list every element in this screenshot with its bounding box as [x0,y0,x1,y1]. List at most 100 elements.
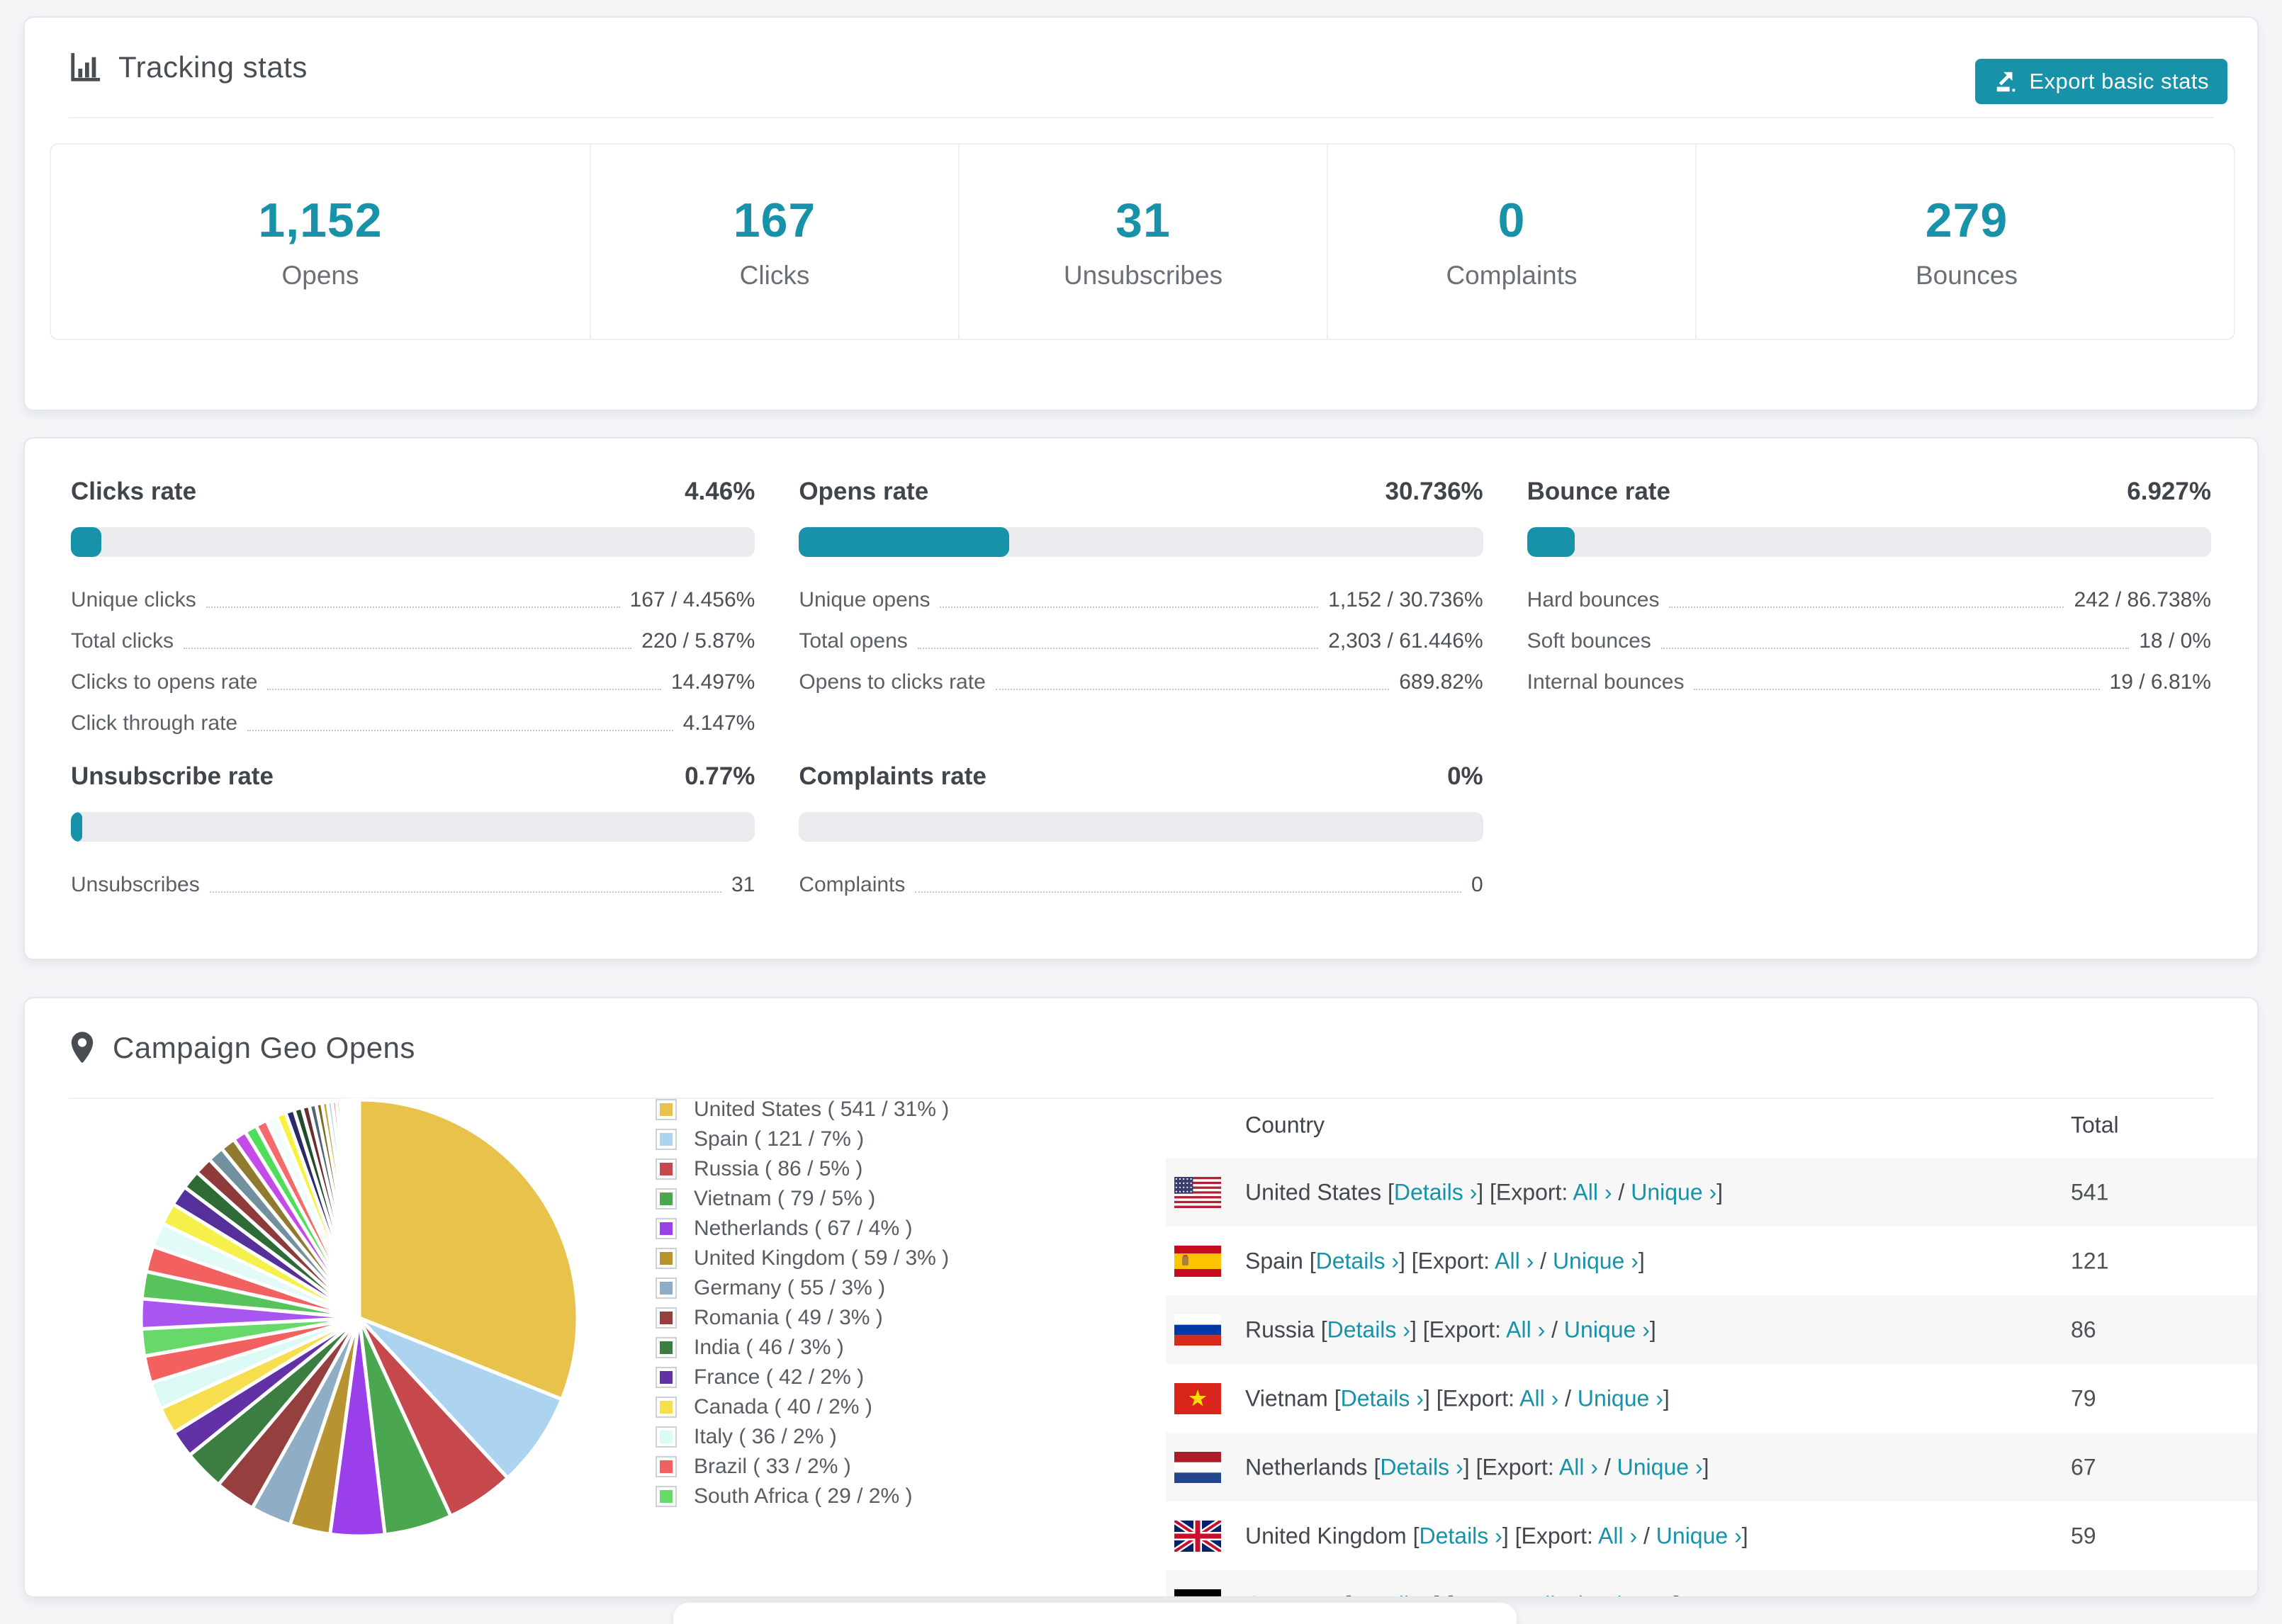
rate-detail-row: Soft bounces 18 / 0% [1527,621,2211,662]
table-row-russia: Russia [Details ›] [Export: All › / Uniq… [1166,1295,2257,1364]
rates-card: Clicks rate 4.46% Unique clicks 167 / 4.… [23,437,2259,960]
country-cell: United States [Details ›] [Export: All ›… [1245,1179,1723,1205]
stat-label: Bounces [1916,261,2018,290]
geo-table-header: Country Total [1166,1093,2257,1158]
export-all-link[interactable]: All › [1530,1591,1569,1596]
export-unique-link[interactable]: Unique › [1617,1454,1703,1479]
legend-label: India ( 46 / 3% ) [694,1336,844,1359]
export-unique-link[interactable]: Unique › [1588,1591,1674,1596]
rate-detail-row: Unsubscribes 31 [71,864,755,906]
export-all-link[interactable]: All › [1598,1523,1637,1548]
total-cell: 79 [2071,1385,2096,1411]
legend-label: Italy ( 36 / 2% ) [694,1425,837,1448]
country-name: Germany [ [1245,1591,1351,1596]
export-all-link[interactable]: All › [1559,1454,1598,1479]
export-unique-link[interactable]: Unique › [1578,1385,1663,1411]
legend-swatch [656,1486,677,1507]
legend-label: Netherlands ( 67 / 4% ) [694,1217,913,1240]
rate-detail-row: Total clicks 220 / 5.87% [71,621,755,662]
rate-block-unsubscribe-rate: Unsubscribe rate 0.77% Unsubscribes 31 [71,762,755,906]
legend-swatch [656,1307,677,1329]
rate-title: Opens rate [799,478,929,505]
export-basic-stats-button[interactable]: Export basic stats [1975,59,2227,104]
stat-label: Unsubscribes [1063,261,1223,290]
rate-detail-row: Opens to clicks rate 689.82% [799,662,1483,703]
rate-percentage: 6.927% [2127,478,2211,505]
legend-swatch [656,1129,677,1150]
export-all-link[interactable]: All › [1573,1179,1612,1205]
details-link[interactable]: Details › [1380,1454,1463,1479]
details-link[interactable]: Details › [1327,1316,1410,1342]
geo-opens-pie-chart[interactable] [133,1091,586,1545]
closing-bracket: ] [1702,1454,1709,1479]
geo-table: Country Total United States [Details ›] … [1166,1093,2257,1596]
details-link[interactable]: Details › [1394,1179,1477,1205]
legend-item-south-africa: South Africa ( 29 / 2% ) [656,1482,949,1511]
bar-chart-icon [69,51,101,84]
detail-value: 689.82% [1399,670,1483,694]
progress-bar-fill [799,527,1010,557]
export-all-link[interactable]: All › [1495,1248,1534,1273]
total-cell: 67 [2071,1454,2096,1479]
export-all-link[interactable]: All › [1519,1385,1558,1411]
export-icon [1994,69,2018,94]
geo-pie-legend: United States ( 541 / 31% ) Spain ( 121 … [656,1095,949,1511]
country-cell: United Kingdom [Details ›] [Export: All … [1245,1523,1748,1549]
stat-value: 0 [1497,193,1526,247]
details-link[interactable]: Details › [1351,1591,1434,1596]
link-separator: / [1545,1316,1564,1342]
rate-title: Bounce rate [1527,478,1670,505]
legend-swatch [656,1248,677,1269]
rate-detail-row: Complaints 0 [799,864,1483,906]
country-cell: Vietnam [Details ›] [Export: All › / Uni… [1245,1385,1670,1411]
detail-value: 4.147% [682,711,755,735]
detail-label: Total clicks [71,629,174,653]
rate-block-complaints-rate: Complaints rate 0% Complaints 0 [799,762,1483,906]
rate-title: Unsubscribe rate [71,762,274,790]
detail-label: Unique clicks [71,588,196,611]
summary-stat-clicks: 167 Clicks [591,145,960,339]
stat-value: 1,152 [258,193,383,247]
tracking-stats-header: Tracking stats [69,18,2213,118]
detail-label: Opens to clicks rate [799,670,986,694]
dotted-leader [1694,689,2100,690]
legend-label: South Africa ( 29 / 2% ) [694,1484,913,1508]
detail-label: Hard bounces [1527,588,1660,611]
column-header-total: Total [2071,1112,2119,1138]
details-link[interactable]: Details › [1316,1248,1399,1273]
export-unique-link[interactable]: Unique › [1656,1523,1742,1548]
legend-label: Canada ( 40 / 2% ) [694,1395,872,1419]
detail-value: 220 / 5.87% [641,629,755,653]
legend-label: Russia ( 86 / 5% ) [694,1157,863,1180]
total-cell: 86 [2071,1316,2096,1342]
closing-bracket: ] [1716,1179,1724,1205]
stat-label: Complaints [1446,261,1578,290]
details-link[interactable]: Details › [1341,1385,1424,1411]
legend-swatch [656,1367,677,1388]
summary-stat-unsubscribes: 31 Unsubscribes [960,145,1328,339]
legend-item-germany: Germany ( 55 / 3% ) [656,1273,949,1303]
country-cell: Netherlands [Details ›] [Export: All › /… [1245,1454,1709,1480]
table-row-germany: Germany [Details ›] [Export: All › / Uni… [1166,1570,2257,1596]
link-separator: / [1637,1523,1656,1548]
table-row-netherlands: Netherlands [Details ›] [Export: All › /… [1166,1433,2257,1501]
legend-label: Romania ( 49 / 3% ) [694,1306,883,1329]
table-row-united-kingdom: United Kingdom [Details ›] [Export: All … [1166,1501,2257,1570]
rate-detail-row: Unique clicks 167 / 4.456% [71,580,755,621]
legend-item-united-kingdom: United Kingdom ( 59 / 3% ) [656,1244,949,1273]
legend-item-vietnam: Vietnam ( 79 / 5% ) [656,1184,949,1214]
legend-item-spain: Spain ( 121 / 7% ) [656,1124,949,1154]
export-unique-link[interactable]: Unique › [1564,1316,1650,1342]
gb-flag-icon [1174,1520,1221,1552]
rate-detail-row: Clicks to opens rate 14.497% [71,662,755,703]
legend-label: Brazil ( 33 / 2% ) [694,1455,851,1478]
detail-value: 18 / 0% [2139,629,2211,653]
export-unique-link[interactable]: Unique › [1631,1179,1716,1205]
detail-value: 2,303 / 61.446% [1328,629,1483,653]
details-link[interactable]: Details › [1419,1523,1502,1548]
rate-title: Complaints rate [799,762,987,790]
export-all-link[interactable]: All › [1506,1316,1545,1342]
dotted-leader [267,689,661,690]
horizontal-scrollbar-thumb[interactable] [673,1603,1517,1624]
export-unique-link[interactable]: Unique › [1553,1248,1639,1273]
